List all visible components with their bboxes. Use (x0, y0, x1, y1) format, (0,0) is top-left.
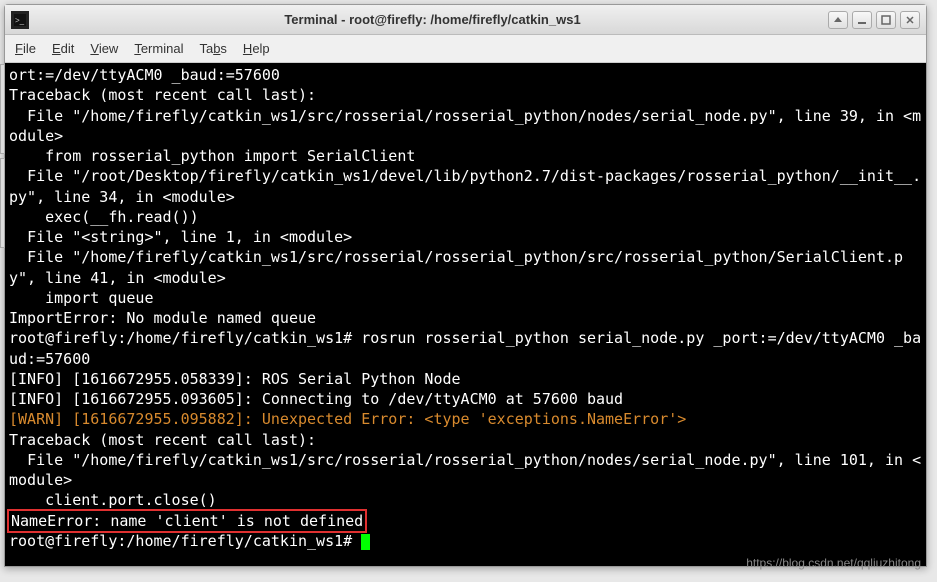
prompt-text: root@firefly:/home/firefly/catkin_ws1# (9, 532, 361, 550)
error-highlight: NameError: name 'client' is not defined (7, 509, 367, 533)
terminal-line: from rosserial_python import SerialClien… (9, 146, 922, 166)
terminal-window: >_ Terminal - root@firefly: /home/firefl… (4, 4, 927, 567)
terminal-line: ort:=/dev/ttyACM0 _baud:=57600 (9, 65, 922, 85)
terminal-line: exec(__fh.read()) (9, 207, 922, 227)
terminal-line: ImportError: No module named queue (9, 308, 922, 328)
menu-view[interactable]: View (90, 41, 118, 56)
rollup-button[interactable] (828, 11, 848, 29)
terminal-line: File "/root/Desktop/firefly/catkin_ws1/d… (9, 166, 922, 207)
terminal-line: File "/home/firefly/catkin_ws1/src/rosse… (9, 106, 922, 147)
terminal-line: File "/home/firefly/catkin_ws1/src/rosse… (9, 247, 922, 288)
terminal-line: File "<string>", line 1, in <module> (9, 227, 922, 247)
terminal-icon: >_ (11, 11, 29, 29)
menu-tabs[interactable]: Tabs (199, 41, 226, 56)
minimize-button[interactable] (852, 11, 872, 29)
terminal-prompt-line: root@firefly:/home/firefly/catkin_ws1# (9, 531, 922, 551)
close-button[interactable] (900, 11, 920, 29)
window-controls (828, 11, 920, 29)
terminal-line: [INFO] [1616672955.093605]: Connecting t… (9, 389, 922, 409)
terminal-line: Traceback (most recent call last): (9, 85, 922, 105)
menubar: File Edit View Terminal Tabs Help (5, 35, 926, 63)
terminal-line: root@firefly:/home/firefly/catkin_ws1# r… (9, 328, 922, 369)
menu-file[interactable]: File (15, 41, 36, 56)
terminal-output[interactable]: ort:=/dev/ttyACM0 _baud:=57600Traceback … (5, 63, 926, 566)
window-title: Terminal - root@firefly: /home/firefly/c… (37, 12, 828, 27)
edge-tab (0, 158, 5, 248)
menu-terminal[interactable]: Terminal (134, 41, 183, 56)
terminal-line: import queue (9, 288, 922, 308)
titlebar: >_ Terminal - root@firefly: /home/firefl… (5, 5, 926, 35)
menu-edit[interactable]: Edit (52, 41, 74, 56)
maximize-button[interactable] (876, 11, 896, 29)
terminal-line: client.port.close() (9, 490, 922, 510)
watermark: https://blog.csdn.net/qqliuzhitong (746, 556, 921, 570)
edge-tab (0, 64, 5, 154)
terminal-line: Traceback (most recent call last): (9, 430, 922, 450)
svg-text:>_: >_ (15, 16, 25, 25)
terminal-line: [WARN] [1616672955.095882]: Unexpected E… (9, 409, 922, 429)
menu-help[interactable]: Help (243, 41, 270, 56)
terminal-line: NameError: name 'client' is not defined (9, 511, 922, 531)
terminal-line: [INFO] [1616672955.058339]: ROS Serial P… (9, 369, 922, 389)
terminal-line: File "/home/firefly/catkin_ws1/src/rosse… (9, 450, 922, 491)
cursor (361, 534, 370, 550)
background-tabs (0, 64, 6, 252)
